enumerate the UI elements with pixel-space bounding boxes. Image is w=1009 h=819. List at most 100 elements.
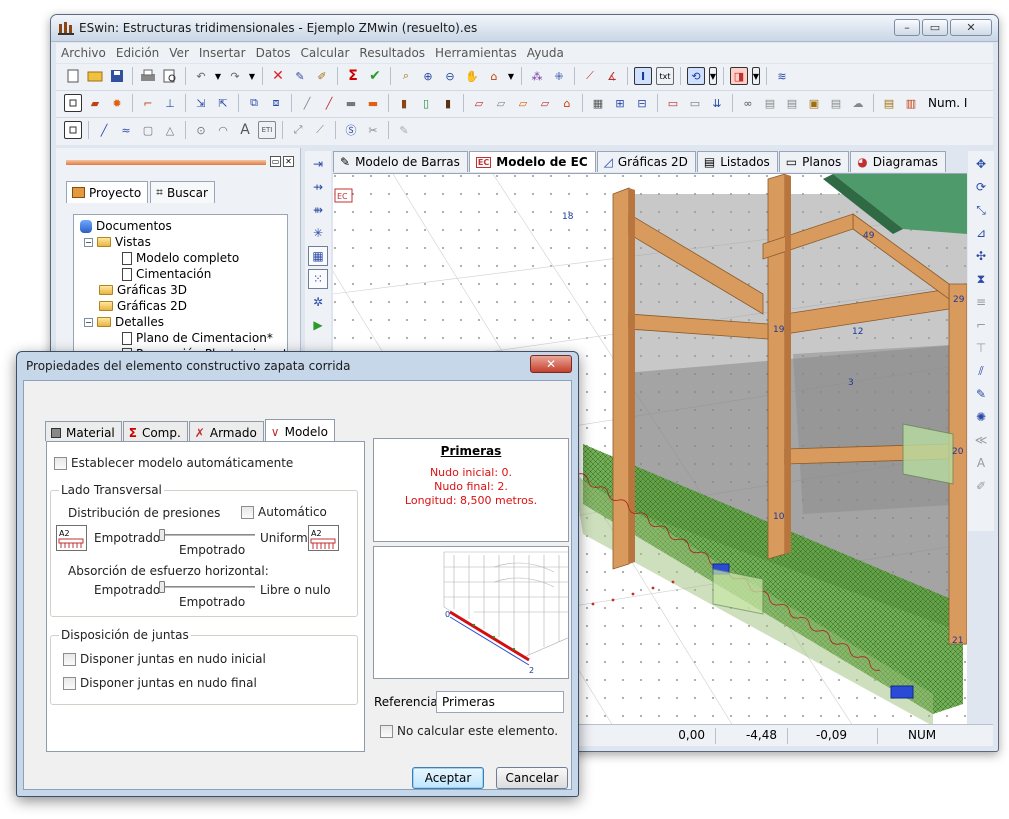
pane-gripper[interactable] xyxy=(66,160,266,165)
tree-item-graficas-2d[interactable]: Gráficas 2D xyxy=(99,299,187,313)
tree-item-plano-cimentacion[interactable]: Plano de Cimentacion* xyxy=(122,331,273,345)
scissors-icon[interactable]: ✂ xyxy=(364,121,382,139)
axes-icon[interactable]: ✲ xyxy=(308,292,328,312)
wall-icon[interactable]: ▭ xyxy=(664,94,682,112)
tab-listados[interactable]: ▤ Listados xyxy=(696,151,778,172)
section-icon[interactable]: I xyxy=(634,67,652,85)
menu-insertar[interactable]: Insertar xyxy=(194,46,251,60)
minimize-button[interactable]: – xyxy=(894,19,920,36)
slab-orange-icon[interactable]: ▱ xyxy=(514,94,532,112)
brush-icon[interactable]: ✐ xyxy=(313,67,331,85)
print-icon[interactable] xyxy=(139,67,157,85)
undo-icon[interactable]: ↶ xyxy=(192,67,210,85)
slab-icon[interactable]: ▰ xyxy=(86,94,104,112)
beam-icon[interactable]: ▱ xyxy=(470,94,488,112)
tab-planos[interactable]: ▭ Planos xyxy=(778,151,850,172)
measure-icon[interactable]: ⟋ xyxy=(581,67,599,85)
doc-icon[interactable]: ▤ xyxy=(761,94,779,112)
note-icon[interactable]: ▤ xyxy=(880,94,898,112)
line-icon[interactable]: ╱ xyxy=(95,121,113,139)
menu-ayuda[interactable]: Ayuda xyxy=(522,46,569,60)
save-icon[interactable] xyxy=(108,67,126,85)
select-box-icon[interactable] xyxy=(64,121,82,139)
close-button[interactable]: ✕ xyxy=(950,19,992,36)
menu-archivo[interactable]: Archivo xyxy=(56,46,111,60)
arrows-icon[interactable]: ⇊ xyxy=(708,94,726,112)
slider-thumb[interactable] xyxy=(159,581,165,593)
doc3-icon[interactable]: ▣ xyxy=(805,94,823,112)
slider-thumb[interactable] xyxy=(159,529,165,541)
delete-icon[interactable]: ✕ xyxy=(269,67,287,85)
rectangle-icon[interactable]: ▢ xyxy=(139,121,157,139)
rotate-icon[interactable]: ⟳ xyxy=(971,177,991,197)
junta-inicial-row[interactable]: Disponer juntas en nudo inicial xyxy=(63,652,266,666)
tree-item-vistas[interactable]: − Vistas xyxy=(84,235,151,249)
auto-model-checkbox-row[interactable]: Establecer modelo automáticamente xyxy=(54,456,293,470)
menu-edicion[interactable]: Edición xyxy=(111,46,164,60)
snap-intersect-icon[interactable]: ✳ xyxy=(308,223,328,243)
tab-diagramas[interactable]: ◕ Diagramas xyxy=(850,151,946,172)
tree-item-documentos[interactable]: Documentos xyxy=(80,219,172,233)
text-label-icon[interactable]: txt xyxy=(656,67,674,85)
hinge-icon[interactable]: ⌐ xyxy=(139,94,157,112)
select-mode-icon[interactable] xyxy=(64,94,82,112)
absorcion-slider[interactable] xyxy=(159,581,255,593)
edit-icon[interactable]: ✎ xyxy=(291,67,309,85)
stretch-icon[interactable]: ⊿ xyxy=(971,223,991,243)
fire-icon[interactable]: ✹ xyxy=(108,94,126,112)
footing-icon[interactable]: ⊞ xyxy=(611,94,629,112)
books-icon[interactable]: ▥ xyxy=(902,94,920,112)
redo-icon[interactable]: ↷ xyxy=(226,67,244,85)
open-icon[interactable] xyxy=(86,67,104,85)
draw-line-icon[interactable]: ✎ xyxy=(971,384,991,404)
bar-red-icon[interactable]: ╱ xyxy=(320,94,338,112)
mirror-vertical-icon[interactable]: ⧗ xyxy=(971,269,991,289)
redo-dropdown-icon[interactable]: ▼ xyxy=(248,67,256,85)
display-dropdown-icon[interactable]: ▼ xyxy=(752,67,760,85)
tree-item-graficas-3d[interactable]: Gráficas 3D xyxy=(99,283,187,297)
render-mode-icon[interactable]: ⟲ xyxy=(687,67,705,85)
tab-armado[interactable]: ✗ Armado xyxy=(188,421,264,441)
check-icon[interactable]: ✔ xyxy=(366,67,384,85)
pencil-icon[interactable]: ✎ xyxy=(395,121,413,139)
snap-mid-icon[interactable]: ⇸ xyxy=(308,177,328,197)
extend-icon[interactable]: ⌐ xyxy=(971,315,991,335)
tree-item-modelo-completo[interactable]: Modelo completo xyxy=(122,251,239,265)
maximize-button[interactable]: ▭ xyxy=(922,19,948,36)
menu-calcular[interactable]: Calcular xyxy=(296,46,355,60)
tab-comp[interactable]: Σ Comp. xyxy=(122,421,188,441)
automatico-checkbox-row[interactable]: Automático xyxy=(241,505,327,519)
grid-on-icon[interactable]: ▦ xyxy=(308,246,328,266)
cancelar-button[interactable]: Cancelar xyxy=(496,767,568,789)
doc2-icon[interactable]: ▤ xyxy=(783,94,801,112)
pan-hand-icon[interactable]: ✋ xyxy=(463,67,481,85)
offset-icon[interactable]: ⫽ xyxy=(971,361,991,381)
symbol-icon[interactable]: Ⓢ xyxy=(342,121,360,139)
circle-icon[interactable]: ⊙ xyxy=(192,121,210,139)
snap-end-icon[interactable]: ⇻ xyxy=(308,200,328,220)
tab-graficas-2d[interactable]: ◿ Gráficas 2D xyxy=(596,151,696,172)
align-icon[interactable]: ≡ xyxy=(971,292,991,312)
grid-dots-icon[interactable]: ⁙ xyxy=(308,269,328,289)
view-dropdown-icon[interactable]: ▼ xyxy=(507,67,515,85)
auto-model-checkbox[interactable] xyxy=(54,456,67,470)
load-point-icon[interactable]: ⇲ xyxy=(192,94,210,112)
menu-herramientas[interactable]: Herramientas xyxy=(430,46,522,60)
tab-material[interactable]: Material xyxy=(45,421,122,441)
move-copy-icon[interactable]: ✣ xyxy=(971,246,991,266)
menu-ver[interactable]: Ver xyxy=(164,46,194,60)
junta-final-row[interactable]: Disponer juntas en nudo final xyxy=(63,676,257,690)
pile-icon[interactable]: ⊟ xyxy=(633,94,651,112)
layers-icon[interactable]: ≋ xyxy=(773,67,791,85)
tab-modelo[interactable]: ∨ Modelo xyxy=(264,419,335,441)
zoom-in-icon[interactable]: ⊕ xyxy=(419,67,437,85)
column-green-icon[interactable]: ▯ xyxy=(417,94,435,112)
aceptar-button[interactable]: Aceptar xyxy=(412,767,484,789)
scale-icon[interactable]: ⤡ xyxy=(971,200,991,220)
referencia-input[interactable]: Primeras xyxy=(436,691,564,713)
pane-close-icon[interactable]: ✕ xyxy=(283,156,294,167)
dimension-icon[interactable]: ⤢ xyxy=(289,121,307,139)
no-calcular-row[interactable]: No calcular este elemento. xyxy=(380,724,558,738)
column-icon[interactable]: ▮ xyxy=(395,94,413,112)
cloud-icon[interactable]: ☁ xyxy=(849,94,867,112)
